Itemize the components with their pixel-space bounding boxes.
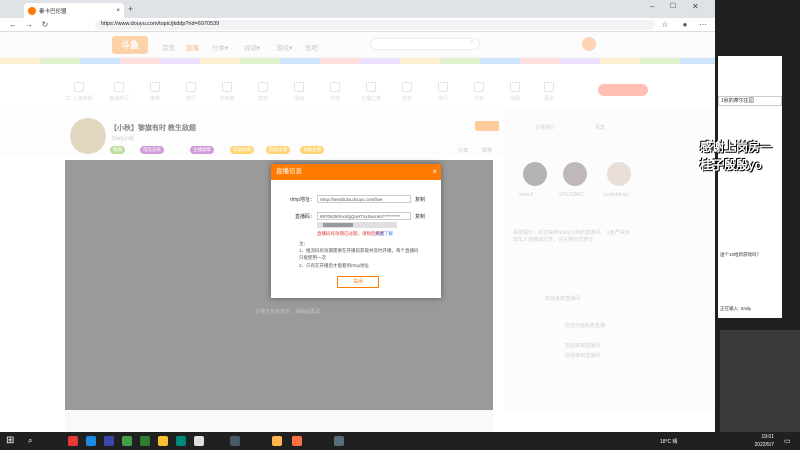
side-window: 1秋的摩尔庄园 送个10给新游戏吗？ 正在输入: Sniily — [718, 56, 782, 318]
refresh-icon[interactable]: ↻ — [40, 20, 50, 30]
stream-key-label: 直播码： — [294, 214, 315, 220]
note-line-2: 2、只有在开播后才能看到rtmp地址 — [299, 263, 370, 268]
app-icon[interactable] — [292, 436, 302, 446]
douyu-favicon-icon — [28, 6, 36, 15]
forward-icon[interactable]: → — [24, 20, 34, 30]
start-icon[interactable]: ⊞ — [6, 435, 14, 446]
dialog-header: 直播信息 × — [271, 164, 441, 180]
new-tab-icon[interactable]: + — [128, 4, 133, 14]
scrollbar-thumb[interactable] — [323, 223, 353, 227]
steam-icon[interactable] — [230, 436, 240, 446]
side-window-title: 1秋的摩尔庄园 — [718, 96, 782, 106]
copy-rtmp-button[interactable]: 复制 — [415, 196, 425, 203]
tab-title: 秦卡巴伦盟 — [39, 8, 67, 15]
app-icon[interactable] — [158, 436, 168, 446]
app-icon[interactable] — [176, 436, 186, 446]
stream-key-scrollbar[interactable] — [317, 222, 397, 228]
learn-more-link[interactable]: 点此了解 — [375, 231, 393, 237]
address-bar: ← → ↻ https://www.douyu.com/topic/jkddp?… — [0, 18, 715, 32]
dialog-close-icon[interactable]: × — [432, 164, 437, 180]
more-icon[interactable]: ⋯ — [698, 20, 708, 30]
wechat-icon[interactable] — [140, 436, 150, 446]
note-line-1: 1、推流码有效期需要在开播前获取并及时开播，每个直播码只能使用一次 — [299, 248, 419, 260]
edge-icon[interactable] — [86, 436, 96, 446]
copy-key-button[interactable]: 复制 — [415, 213, 425, 220]
app-icon[interactable] — [104, 436, 114, 446]
rtmp-address-field[interactable]: rtmp://sendtc3a.douyu.com/live — [317, 195, 411, 203]
maximize-icon[interactable]: ☐ — [670, 2, 676, 10]
tab-bar: 秦卡巴伦盟 × + – ☐ ✕ — [0, 0, 715, 18]
chrome-icon[interactable] — [68, 436, 78, 446]
back-icon[interactable]: ← — [8, 20, 18, 30]
url-text: https://www.douyu.com/topic/jkddp?rid=69… — [101, 21, 220, 27]
close-dialog-button[interactable]: 关闭 — [337, 276, 379, 288]
app-icon[interactable] — [122, 436, 132, 446]
steam-icon[interactable] — [334, 436, 344, 446]
stream-info-dialog: 直播信息 × rtmp地址： rtmp://sendtc3a.douyu.com… — [271, 164, 441, 298]
rtmp-label: rtmp地址： — [289, 197, 315, 203]
window-close-icon[interactable]: ✕ — [692, 2, 699, 11]
note-title: 注： — [299, 241, 308, 246]
search-taskbar-icon[interactable]: ⌕ — [28, 436, 32, 446]
app-icon[interactable] — [194, 436, 204, 446]
stream-key-field[interactable]: 6970539rlnxnfgQoHTxxSecrets********** — [317, 212, 411, 220]
app-icon[interactable] — [272, 436, 282, 446]
tab-close-icon[interactable]: × — [116, 8, 120, 14]
taskbar — [0, 432, 800, 450]
clock-date[interactable]: 2022/5/7 — [740, 442, 774, 448]
favorites-icon[interactable]: ☆ — [660, 20, 670, 30]
side-window-footer: 正在输入: Sniily — [720, 306, 752, 311]
dialog-title: 直播信息 — [276, 168, 302, 175]
side-window-tip: 送个10给新游戏吗？ — [720, 252, 762, 257]
webcam-feed — [720, 330, 800, 432]
minimize-icon[interactable]: – — [650, 2, 654, 11]
profile-icon[interactable]: ● — [680, 20, 690, 30]
browser-tab[interactable]: 秦卡巴伦盟 × — [24, 3, 124, 18]
clock-time[interactable]: 19:01 — [740, 434, 774, 440]
overlay-caption-2: 桂子殷殷yo — [700, 158, 763, 172]
weather-text[interactable]: 18°C 晴 — [660, 438, 678, 445]
notification-icon[interactable]: ▭ — [784, 437, 791, 445]
browser-window: 秦卡巴伦盟 × + – ☐ ✕ ← → ↻ https://www.douyu.… — [0, 0, 715, 432]
overlay-caption-1: 感谢上岗房一 — [700, 140, 773, 154]
url-input[interactable]: https://www.douyu.com/topic/jkddp?rid=69… — [95, 20, 655, 30]
